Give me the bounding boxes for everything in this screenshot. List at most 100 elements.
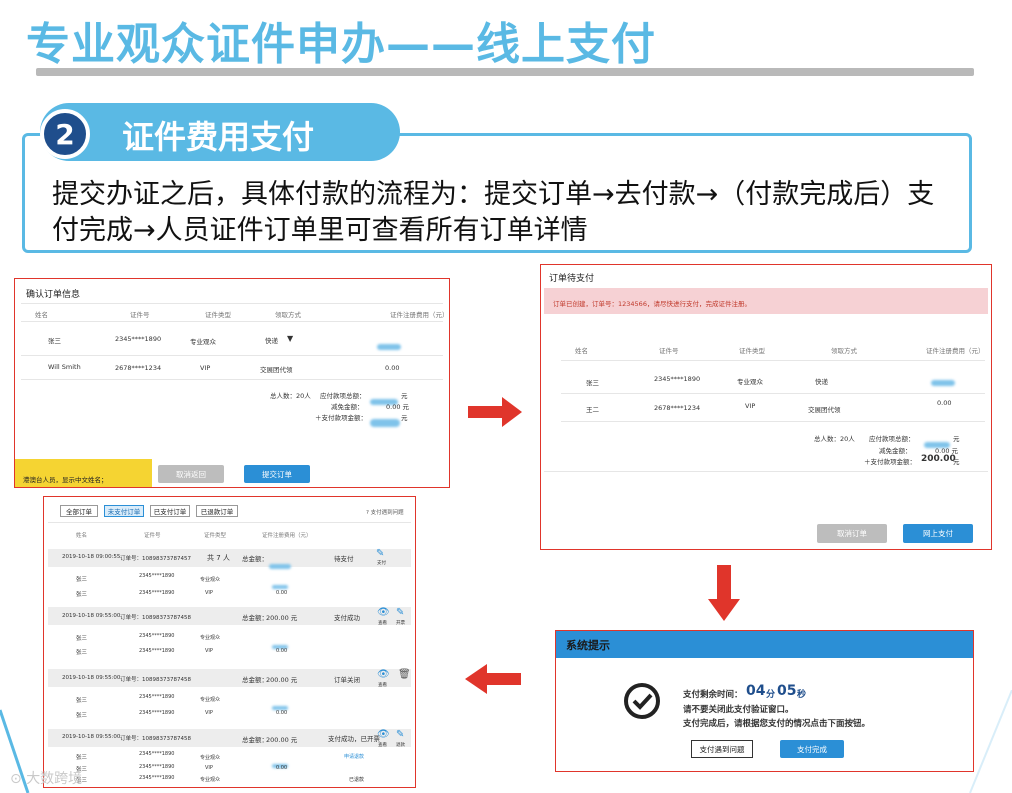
row1-type: 专业观众 <box>190 338 216 346</box>
col-fee: 证件注册费用（元） <box>926 347 985 355</box>
order-status: 支付成功，已开票 <box>328 735 380 743</box>
row2-type: VIP <box>200 364 211 372</box>
member-fee: 0.00 <box>276 710 288 716</box>
check-circle-icon <box>624 683 660 719</box>
section-description: 提交办证之后，具体付款的流程为：提交订单→去付款→（付款完成后）支付完成→人员证… <box>52 179 935 246</box>
member-type: 专业观众 <box>200 577 221 583</box>
member-id: 2345****1890 <box>139 751 175 757</box>
refund-icon[interactable]: ✎ <box>396 729 404 740</box>
pay-unit: 元 <box>401 414 408 422</box>
title-divider <box>36 68 974 76</box>
member-type: VIP <box>205 590 213 596</box>
col-fee: 证件注册费用（元） <box>390 311 449 319</box>
trash-icon[interactable]: 🗑 <box>398 669 411 680</box>
view-icon[interactable]: 👁 <box>377 669 390 680</box>
row1-pickup: 快递 <box>815 378 828 386</box>
row1-type: 专业观众 <box>737 378 763 386</box>
member-id: 2345****1890 <box>139 573 175 579</box>
pending-payment-panel: 订单待支付 订单已创建，订单号：1234566，请尽快进行支付，完成证件注册。 … <box>540 264 992 550</box>
minutes-unit: 分 <box>766 690 776 700</box>
member-name: 张三 <box>76 755 88 761</box>
col-name: 姓名 <box>76 533 88 539</box>
view-icon[interactable]: 👁 <box>377 729 390 740</box>
order-amount: 200.00 元 <box>266 736 298 744</box>
section-title: 证件费用支付 <box>122 118 315 156</box>
row2-id: 2678****1234 <box>654 404 701 412</box>
seconds-value: 05 <box>777 683 797 699</box>
apply-refund-link[interactable]: 申请退款 <box>344 753 364 760</box>
payment-problem-button[interactable]: 支付遇到问题 <box>691 740 753 758</box>
member-name: 张三 <box>76 577 88 583</box>
member-type: VIP <box>205 648 213 654</box>
row2-id: 2678****1234 <box>115 364 162 372</box>
discount-value: 0.00 元 <box>386 403 410 411</box>
row1-pickup[interactable]: 快递 <box>265 335 278 345</box>
pay-value: 200.00 <box>921 454 956 464</box>
member-name: 张三 <box>76 698 88 704</box>
total-people: 总人数：20人 <box>814 435 855 443</box>
member-id: 2345****1890 <box>139 694 175 700</box>
total-people: 总人数：20人 <box>270 392 311 400</box>
order-date: 2019-10-18 09:00:55 <box>62 554 121 560</box>
pay-icon[interactable]: ✎ <box>376 548 384 559</box>
member-id: 2345****1890 <box>139 648 175 654</box>
watermark-text: 大数跨境 <box>26 771 83 787</box>
row2-fee: 0.00 <box>385 364 400 372</box>
note-text: 港澳台人员，显示中文姓名； <box>23 476 108 484</box>
online-pay-button[interactable]: 网上支付 <box>903 524 973 543</box>
view-icon[interactable]: 👁 <box>377 607 390 618</box>
panel-title: 订单待支付 <box>549 274 595 284</box>
submit-order-button[interactable]: 提交订单 <box>244 465 310 483</box>
order-date: 2019-10-18 09:55:00 <box>62 734 121 740</box>
member-fee: 0.00 <box>276 648 288 654</box>
tab-all-orders[interactable]: 全部订单 <box>60 505 98 517</box>
order-total-label: 总金额： <box>242 614 268 622</box>
col-pickup: 领取方式 <box>275 311 301 319</box>
cancel-return-button[interactable]: 取消返回 <box>158 465 224 483</box>
row2-fee: 0.00 <box>937 399 952 407</box>
order-amount: 200.00 元 <box>266 614 298 622</box>
col-id: 证件号 <box>130 311 150 319</box>
row2-type: VIP <box>745 402 756 410</box>
payable-label: 应付款项总额： <box>869 435 915 443</box>
row1-id: 2345****1890 <box>654 375 701 383</box>
order-list-panel: 全部订单 未支付订单 已支付订单 已退款订单 ? 支付遇到问题 姓名 证件号 证… <box>43 496 416 788</box>
row1-fee-blurred <box>377 335 401 354</box>
member-type: VIP <box>205 765 213 771</box>
minutes-value: 04 <box>746 683 766 699</box>
member-name: 张三 <box>76 713 88 719</box>
payable-label: 应付款项总额： <box>320 392 366 400</box>
help-link[interactable]: ? 支付遇到问题 <box>366 508 404 516</box>
row2-name: 王二 <box>586 406 599 414</box>
pay-blurred <box>370 412 400 431</box>
order-status: 支付成功 <box>334 614 360 622</box>
payment-done-button[interactable]: 支付完成 <box>780 740 844 758</box>
row2-pickup: 交展团代领 <box>260 366 293 374</box>
member-id: 2345****1890 <box>139 710 175 716</box>
member-name: 张三 <box>76 592 88 598</box>
refunded-status: 已退款 <box>349 777 365 783</box>
view-icon-label: 查看 <box>378 683 387 688</box>
chevron-down-icon[interactable]: ▼ <box>287 334 293 343</box>
order-people: 共 7 人 <box>207 554 230 562</box>
col-type: 证件类型 <box>204 533 227 539</box>
col-type: 证件类型 <box>205 311 231 319</box>
row2-pickup: 交展团代领 <box>808 406 841 414</box>
member-id: 2345****1890 <box>139 764 175 770</box>
tab-unpaid-orders[interactable]: 未支付订单 <box>104 505 144 517</box>
row1-id: 2345****1890 <box>115 335 162 343</box>
col-name: 姓名 <box>575 347 588 355</box>
row2-name: Will Smith <box>48 363 81 371</box>
member-type: VIP <box>205 710 213 716</box>
order-date: 2019-10-18 09:55:00 <box>62 675 121 681</box>
invoice-icon[interactable]: ✎ <box>396 607 404 618</box>
pay-label: ＋支付款项金额： <box>864 458 916 466</box>
tab-paid-orders[interactable]: 已支付订单 <box>150 505 190 517</box>
order-number: 订单号：10898373787457 <box>120 556 191 562</box>
weibo-icon: ⊙ <box>10 771 22 787</box>
cancel-order-button[interactable]: 取消订单 <box>817 524 887 543</box>
warning-text: 请不要关闭此支付验证窗口。 <box>683 705 794 715</box>
refund-icon-label: 退款 <box>396 743 405 748</box>
tab-refunded-orders[interactable]: 已退款订单 <box>196 505 238 517</box>
member-fee: 0.00 <box>276 590 288 596</box>
